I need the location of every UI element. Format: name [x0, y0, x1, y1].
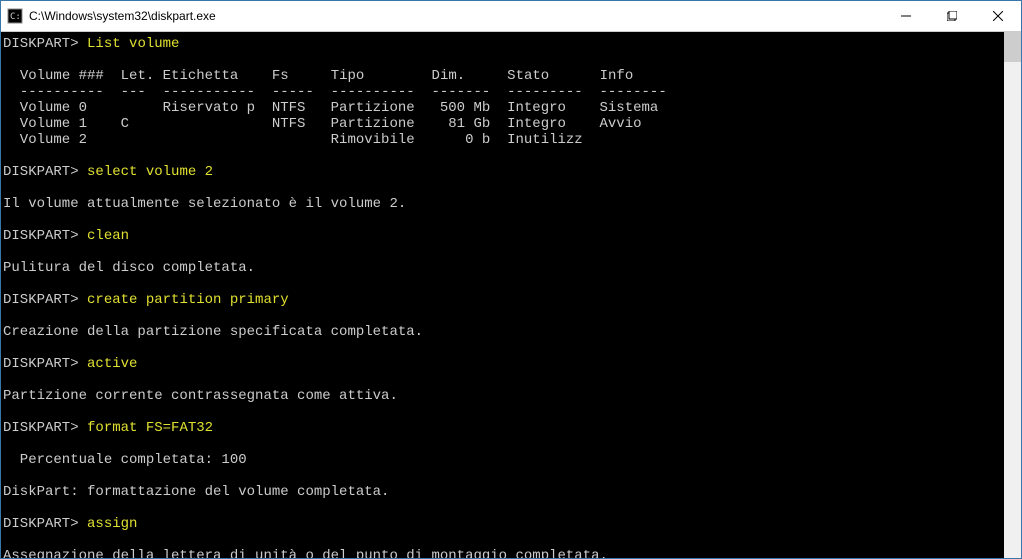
prompt: DISKPART> [3, 420, 79, 436]
hdr-size: Dim. [432, 68, 466, 84]
cmd-active: active [87, 356, 137, 372]
hdr-status: Stato [507, 68, 549, 84]
msg-percent: Percentuale completata: 100 [3, 452, 247, 468]
app-icon: C: [7, 8, 23, 24]
msg-partition: Creazione della partizione specificata c… [3, 324, 423, 340]
console-output[interactable]: DISKPART> List volume Volume ### Let. Et… [1, 32, 1004, 558]
hdr-letter: Let. [121, 68, 155, 84]
close-button[interactable] [975, 1, 1021, 31]
prompt: DISKPART> [3, 356, 79, 372]
cmd-format: format FS=FAT32 [87, 420, 213, 436]
msg-active: Partizione corrente contrassegnata come … [3, 388, 398, 404]
cmd-list-volume: List volume [87, 36, 179, 52]
prompt: DISKPART> [3, 292, 79, 308]
prompt: DISKPART> [3, 228, 79, 244]
cmd-select-volume: select volume 2 [87, 164, 213, 180]
titlebar: C: C:\Windows\system32\diskpart.exe [1, 1, 1021, 32]
msg-format: DiskPart: formattazione del volume compl… [3, 484, 389, 500]
window-title: C:\Windows\system32\diskpart.exe [29, 9, 216, 23]
console-area: DISKPART> List volume Volume ### Let. Et… [1, 32, 1021, 558]
cmd-create-partition: create partition primary [87, 292, 289, 308]
app-window: C: C:\Windows\system32\diskpart.exe DISK… [0, 0, 1022, 559]
maximize-button[interactable] [929, 1, 975, 31]
vertical-scrollbar[interactable] [1004, 32, 1021, 558]
prompt: DISKPART> [3, 516, 79, 532]
msg-assign: Assegnazione della lettera di unità o de… [3, 548, 608, 558]
volume-rows: Volume 0 Riservato p NTFS Partizione 500… [3, 100, 667, 148]
prompt: DISKPART> [3, 164, 79, 180]
hdr-separator: ---------- --- ----------- ----- -------… [20, 84, 667, 100]
hdr-label: Etichetta [163, 68, 239, 84]
cmd-assign: assign [87, 516, 137, 532]
hdr-type: Tipo [331, 68, 365, 84]
hdr-volume-num: Volume ### [20, 68, 104, 84]
prompt: DISKPART> [3, 36, 79, 52]
msg-clean: Pulitura del disco completata. [3, 260, 255, 276]
hdr-fs: Fs [272, 68, 289, 84]
hdr-info: Info [600, 68, 634, 84]
svg-text:C:: C: [10, 12, 21, 22]
cmd-clean: clean [87, 228, 129, 244]
msg-selected: Il volume attualmente selezionato è il v… [3, 196, 406, 212]
scroll-thumb[interactable] [1004, 32, 1021, 62]
minimize-button[interactable] [883, 1, 929, 31]
